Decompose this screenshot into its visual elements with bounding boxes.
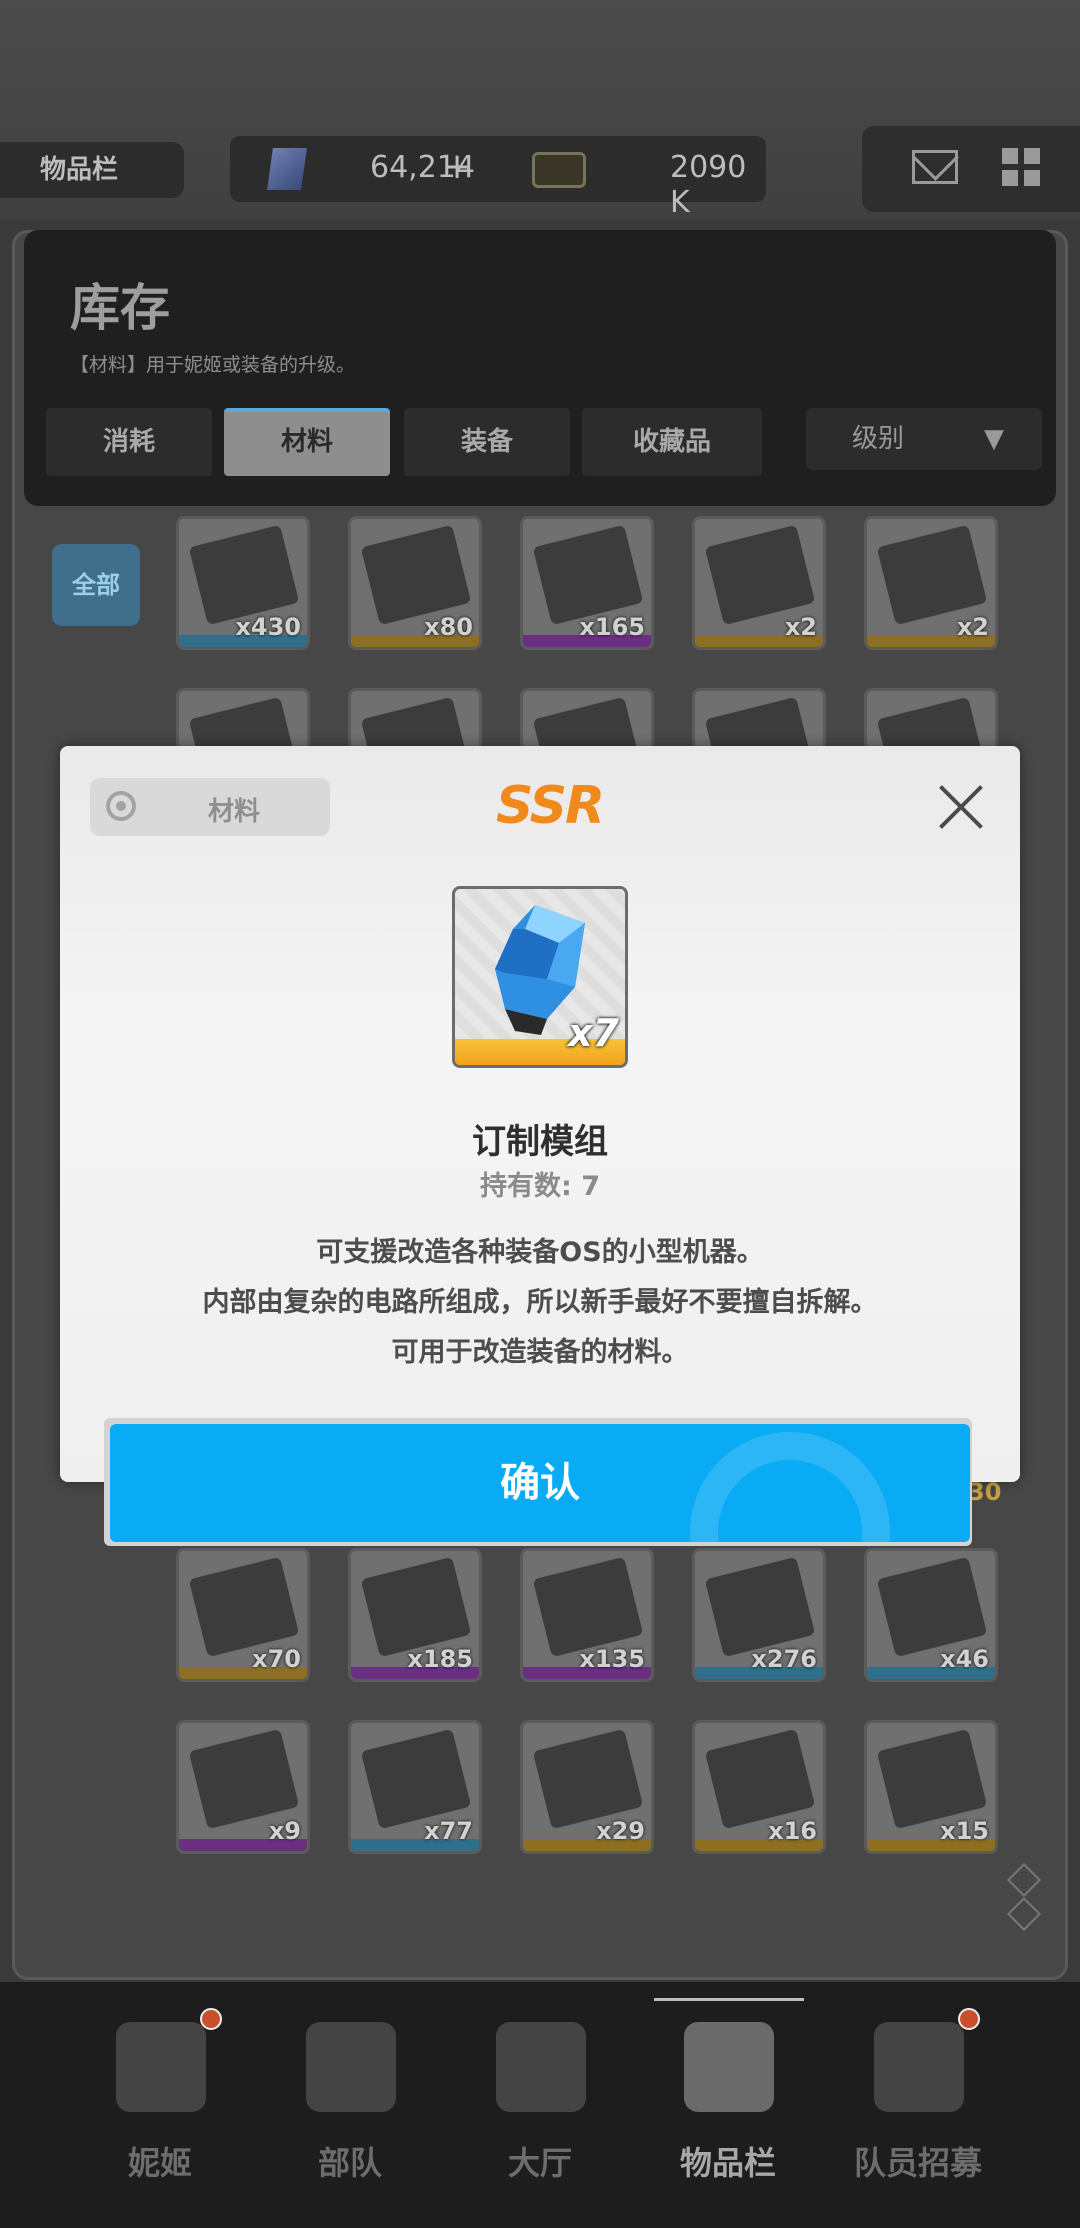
item-quantity: x430	[235, 613, 301, 641]
tab-equipment[interactable]: 装备	[404, 408, 570, 476]
inventory-icon	[684, 2022, 774, 2112]
item-description-line: 可用于改造装备的材料。	[391, 1337, 689, 1368]
storage-description: 【材料】用于妮姬或装备的升级。	[70, 354, 356, 376]
notification-dot	[958, 2008, 980, 2030]
item-quantity: x70	[252, 1645, 301, 1673]
chevron-down-icon: ▼	[984, 424, 1004, 454]
item-card: x7	[452, 886, 628, 1068]
tab-consumables[interactable]: 消耗	[46, 408, 212, 476]
confirm-decoration	[690, 1432, 890, 1542]
item-quantity: x80	[424, 613, 473, 641]
item-quantity: x77	[424, 1817, 473, 1845]
nav-nikke[interactable]: 妮姬	[60, 1982, 260, 2228]
item-quantity: x46	[940, 1645, 989, 1673]
grid-icon[interactable]	[1002, 148, 1040, 186]
inventory-item[interactable]: x430	[176, 516, 310, 650]
item-quantity: x16	[768, 1817, 817, 1845]
nikke-icon	[116, 2022, 206, 2112]
currency-bar: 64,214 + 2090 K	[230, 136, 766, 220]
lobby-icon	[496, 2022, 586, 2112]
item-quantity: x9	[268, 1817, 301, 1845]
category-chip: 材料	[90, 778, 330, 836]
item-quantity: x276	[751, 1645, 817, 1673]
nav-active-indicator	[654, 1998, 804, 2001]
nav-label: 队员招募	[853, 2144, 982, 2182]
nav-recruit[interactable]: 队员招募	[818, 1982, 1018, 2228]
inventory-item[interactable]: x16	[692, 1720, 826, 1854]
owned-count: 持有数: 7	[480, 1171, 600, 1202]
item-quantity: x2	[956, 613, 989, 641]
squad-icon	[306, 2022, 396, 2112]
credit-icon	[532, 152, 586, 188]
inventory-item[interactable]: x9	[176, 1720, 310, 1854]
tab-collectibles[interactable]: 收藏品	[582, 408, 762, 476]
inventory-item[interactable]: x80	[348, 516, 482, 650]
recruit-icon	[874, 2022, 964, 2112]
notification-dot	[200, 2008, 222, 2030]
category-label: 材料	[208, 797, 261, 827]
top-right-actions	[862, 126, 1080, 212]
tab-materials[interactable]: 材料	[224, 408, 390, 476]
item-detail-dialog: 材料 SSR x7 订制模组 持有数: 7 可支援改造各种装备OS的小型机器。 …	[60, 746, 1020, 1482]
inventory-item[interactable]: x276	[692, 1548, 826, 1682]
inventory-item[interactable]: x135	[520, 1548, 654, 1682]
confirm-label: 确认	[500, 1460, 580, 1506]
item-quantity: x185	[407, 1645, 473, 1673]
bottom-navigation: 妮姬 部队 大厅 物品栏 队员招募	[0, 1982, 1080, 2228]
item-quantity: x165	[579, 613, 645, 641]
rarity-badge: SSR	[496, 776, 605, 836]
material-icon	[106, 791, 136, 821]
item-description-line: 内部由复杂的电路所组成，所以新手最好不要擅自拆解。	[202, 1287, 878, 1318]
item-quantity: x29	[596, 1817, 645, 1845]
item-description-line: 可支援改造各种装备OS的小型机器。	[316, 1237, 764, 1268]
inventory-item[interactable]: x70	[176, 1548, 310, 1682]
inventory-item[interactable]: x15	[864, 1720, 998, 1854]
confirm-button[interactable]: 确认	[110, 1424, 970, 1542]
inventory-item[interactable]: x2	[864, 516, 998, 650]
inventory-item[interactable]: x77	[348, 1720, 482, 1854]
sort-label: 级别	[852, 424, 905, 454]
inventory-item[interactable]: x165	[520, 516, 654, 650]
inventory-item[interactable]: x29	[520, 1720, 654, 1854]
gem-icon	[267, 148, 307, 190]
nav-label: 大厅	[507, 2144, 572, 2182]
item-quantity: x135	[579, 1645, 645, 1673]
nav-squad[interactable]: 部队	[250, 1982, 450, 2228]
storage-title: 库存	[70, 279, 170, 337]
credit-count: 2090 K	[670, 150, 747, 220]
nav-inventory[interactable]: 物品栏	[628, 1982, 828, 2228]
nav-lobby[interactable]: 大厅	[440, 1982, 640, 2228]
item-quantity-partial: 30	[968, 1478, 1002, 1506]
nav-label: 部队	[317, 2144, 382, 2182]
add-gems-button[interactable]: +	[442, 146, 472, 187]
nav-label: 妮姬	[127, 2144, 192, 2182]
inventory-item[interactable]: x185	[348, 1548, 482, 1682]
item-quantity: x2	[784, 613, 817, 641]
nav-label: 物品栏	[679, 2144, 776, 2182]
sort-dropdown[interactable]: 级别 ▼	[806, 408, 1042, 470]
item-name: 订制模组	[472, 1122, 608, 1162]
inventory-item[interactable]: x46	[864, 1548, 998, 1682]
filter-all-button[interactable]: 全部	[52, 544, 140, 626]
inventory-item[interactable]: x2	[692, 516, 826, 650]
mail-icon[interactable]	[912, 150, 958, 184]
item-quantity: x15	[940, 1817, 989, 1845]
inventory-label: 物品栏	[0, 142, 184, 198]
close-icon[interactable]	[934, 780, 988, 834]
item-quantity: x7	[568, 1011, 619, 1055]
